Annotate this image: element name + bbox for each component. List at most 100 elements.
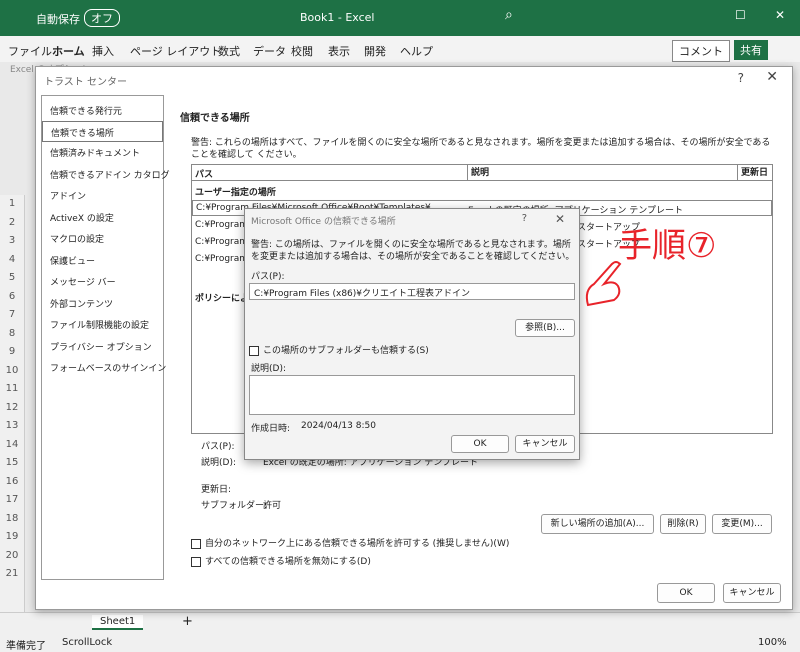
row-number[interactable]: 14 [0, 436, 24, 455]
row-number[interactable]: 11 [0, 380, 24, 399]
sidebar-item-file-block[interactable]: ファイル制限機能の設定 [42, 314, 163, 335]
maximize-icon[interactable]: ☐ [735, 8, 746, 22]
tab-help[interactable]: ヘルプ [400, 43, 433, 59]
col-desc[interactable]: 説明 [467, 165, 489, 181]
row-number[interactable]: 20 [0, 547, 24, 566]
row-number[interactable]: 8 [0, 325, 24, 344]
detail-subfolder-label: サブフォルダー: [201, 501, 268, 511]
sidebar-item-macros[interactable]: マクロの設定 [42, 228, 163, 249]
sheet-tab[interactable]: Sheet1 [92, 615, 144, 630]
row-number[interactable]: 15 [0, 454, 24, 473]
step-annotation: 手順⑦ [618, 226, 717, 266]
autosave-label: 自動保存 [36, 13, 80, 26]
col-path[interactable]: パス [195, 167, 213, 180]
tab-layout[interactable]: ページ レイアウト [130, 43, 221, 59]
tab-developer[interactable]: 開発 [364, 43, 386, 59]
cancel-button[interactable]: キャンセル [515, 435, 575, 453]
row-number[interactable]: 17 [0, 491, 24, 510]
network-checkbox-label: 自分のネットワーク上にある信頼できる場所を許可する (推奨しません)(W) [205, 539, 510, 549]
sidebar-item-activex[interactable]: ActiveX の設定 [42, 207, 163, 228]
cancel-button[interactable]: キャンセル [723, 583, 781, 603]
row-number[interactable]: 1 [0, 195, 24, 214]
add-sheet-icon[interactable]: + [182, 614, 193, 629]
sidebar-item-addins[interactable]: アドイン [42, 185, 163, 206]
sidebar-item-form-signin[interactable]: フォームベースのサインイン [42, 357, 166, 378]
row-headers: 1 2 3 4 5 6 7 8 9 10 11 12 13 14 15 16 17 18 19 20 21 [0, 195, 25, 615]
help-icon[interactable]: ? [738, 71, 744, 85]
sidebar-item-message-bar[interactable]: メッセージ バー [42, 271, 163, 292]
help-icon[interactable]: ? [522, 213, 527, 224]
change-button[interactable]: 変更(M)... [712, 514, 772, 534]
trust-sidebar: 信頼できる発行元 信頼できる場所 信頼済みドキュメント 信頼できるアドイン カタ… [41, 95, 170, 580]
disable-checkbox[interactable]: すべての信頼できる場所を無効にする(D) [191, 554, 371, 567]
ok-button[interactable]: OK [451, 435, 509, 453]
add-location-button[interactable]: 新しい場所の追加(A)... [541, 514, 654, 534]
status-bar: 準備完了 ScrollLock 100% [0, 634, 800, 652]
sidebar-item-protected-view[interactable]: 保護ビュー [42, 250, 163, 271]
tab-data[interactable]: データ [253, 43, 286, 59]
trusted-location-dialog: Microsoft Office の信頼できる場所 ? ✕ 警告: この場所は、… [244, 208, 580, 460]
section-user-label: ユーザー指定の場所 [195, 188, 276, 198]
sidebar-item-publishers[interactable]: 信頼できる発行元 [42, 100, 163, 121]
path-label: パス(P): [251, 272, 285, 282]
desc-label: 説明(D): [251, 364, 286, 374]
row-number[interactable]: 10 [0, 362, 24, 381]
tab-home[interactable]: ホーム [52, 43, 85, 59]
sidebar-item-addin-catalog[interactable]: 信頼できるアドイン カタログ [42, 164, 170, 185]
row-path: C:¥Program [195, 237, 249, 247]
share-button[interactable]: 共有 [734, 40, 768, 60]
row-number[interactable]: 9 [0, 343, 24, 362]
disable-checkbox-label: すべての信頼できる場所を無効にする(D) [205, 557, 371, 567]
row-number[interactable]: 12 [0, 399, 24, 418]
created-value: 2024/04/13 8:50 [301, 421, 376, 431]
description-input[interactable] [249, 375, 575, 415]
row-number[interactable]: 7 [0, 306, 24, 325]
zoom-level[interactable]: 100% [758, 637, 787, 648]
excel-titlebar: 自動保存 オフ Book1 - Excel ⌕ ☐ ✕ [0, 0, 800, 36]
sidebar-item-external-content[interactable]: 外部コンテンツ [42, 293, 163, 314]
ok-button[interactable]: OK [657, 583, 715, 603]
tab-formulas[interactable]: 数式 [218, 43, 240, 59]
status-scrolllock: ScrollLock [62, 637, 113, 648]
row-number[interactable]: 18 [0, 510, 24, 529]
browse-button[interactable]: 参照(B)... [515, 319, 575, 337]
row-number[interactable]: 5 [0, 269, 24, 288]
autosave-toggle[interactable]: オフ [84, 9, 120, 27]
comment-button[interactable]: コメント [672, 40, 730, 62]
row-number[interactable]: 2 [0, 214, 24, 233]
sidebar-item-privacy[interactable]: プライバシー オプション [42, 336, 163, 357]
pointing-hand-icon [585, 261, 622, 307]
subfolder-checkbox[interactable]: この場所のサブフォルダーも信頼する(S) [249, 343, 429, 356]
section-policy-label: ポリシーによ [195, 294, 250, 304]
section-user: ユーザー指定の場所 [192, 183, 772, 199]
delete-button[interactable]: 削除(R) [660, 514, 706, 534]
row-number[interactable]: 21 [0, 565, 24, 584]
row-number[interactable]: 3 [0, 232, 24, 251]
sidebar-item-documents[interactable]: 信頼済みドキュメント [42, 142, 163, 163]
row-number[interactable]: 6 [0, 288, 24, 307]
row-number[interactable]: 19 [0, 528, 24, 547]
tab-insert[interactable]: 挿入 [92, 43, 114, 59]
close-icon[interactable]: ✕ [775, 8, 785, 22]
warning-text: 警告: これらの場所はすべて、ファイルを開くのに安全な場所であると見なされます。… [191, 138, 771, 160]
search-icon[interactable]: ⌕ [505, 7, 513, 23]
row-number[interactable]: 13 [0, 417, 24, 436]
created-label: 作成日時: [251, 424, 291, 434]
row-number[interactable]: 4 [0, 251, 24, 270]
close-icon[interactable]: ✕ [555, 212, 565, 226]
checkbox-box[interactable] [191, 556, 201, 567]
row-path: C:¥Program [195, 254, 249, 264]
network-checkbox[interactable]: 自分のネットワーク上にある信頼できる場所を許可する (推奨しません)(W) [191, 536, 509, 549]
sidebar-item-locations[interactable]: 信頼できる場所 [42, 121, 163, 142]
close-icon[interactable]: ✕ [766, 69, 778, 85]
tab-review[interactable]: 校閲 [291, 43, 313, 59]
subfolder-checkbox-label: この場所のサブフォルダーも信頼する(S) [263, 346, 429, 356]
checkbox-box[interactable] [249, 345, 259, 356]
tab-view[interactable]: 表示 [328, 43, 350, 59]
row-path: C:¥Program [195, 220, 249, 230]
path-input[interactable]: C:¥Program Files (x86)¥クリエイト工程表アドイン [249, 283, 575, 300]
tab-file[interactable]: ファイル [8, 43, 52, 59]
row-number[interactable]: 16 [0, 473, 24, 492]
checkbox-box[interactable] [191, 538, 201, 549]
col-updated[interactable]: 更新日 [737, 165, 768, 181]
